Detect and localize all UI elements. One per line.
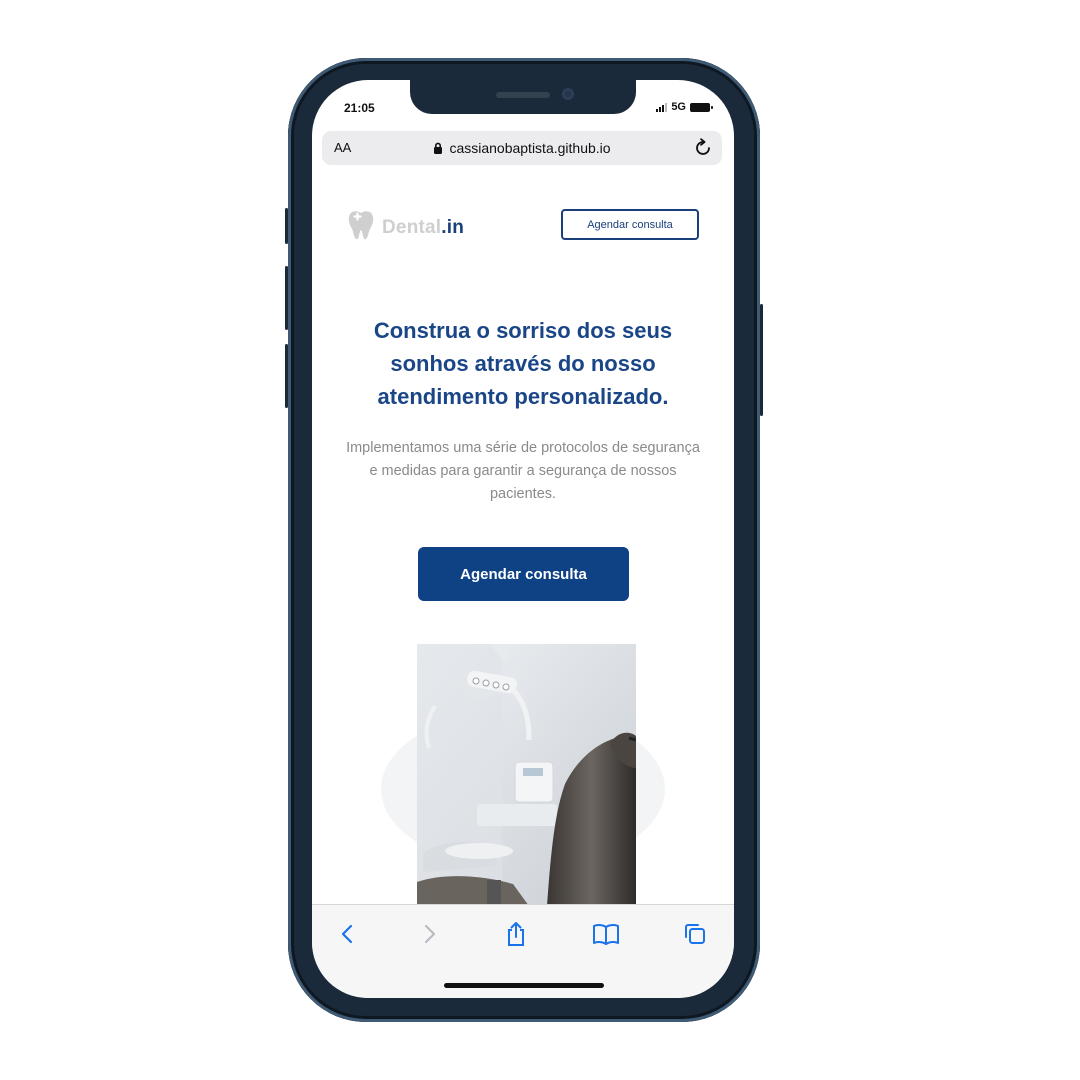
network-label: 5G [671,101,686,113]
logo-name-main: Dental [382,216,442,238]
page-subtext: Implementamos uma série de protocolos de… [346,440,700,502]
power-button [760,304,763,416]
browser-toolbar [312,904,734,998]
tabs-button[interactable] [678,919,712,953]
dental-chair-image [417,637,637,904]
tooth-icon [346,209,376,246]
site-logo[interactable]: Dental.in [346,209,464,246]
action-button [285,208,288,244]
home-indicator [444,983,604,988]
notch [410,80,636,114]
volume-up-button [285,266,288,330]
logo-text: Dental.in [382,217,464,239]
reload-icon[interactable] [692,137,714,164]
share-icon [505,921,527,952]
chevron-left-icon [340,923,354,950]
back-button[interactable] [330,919,364,953]
camera [562,88,574,100]
book-icon [592,923,620,950]
main-schedule-button[interactable]: Agendar consulta [418,547,629,601]
lock-icon [433,141,443,157]
status-time: 21:05 [344,101,375,115]
url-domain-text: cassianobaptista.github.io [449,140,611,156]
share-button[interactable] [499,919,533,953]
page-headline: Construa o sorriso dos seus sonhos atrav… [373,318,673,409]
logo-name-suffix: .in [441,216,465,238]
chevron-right-icon [423,923,437,950]
volume-down-button [285,344,288,408]
url-display[interactable]: cassianobaptista.github.io [322,140,722,157]
signal-icon [656,102,668,112]
header-schedule-button[interactable]: Agendar consulta [561,209,699,240]
speaker [496,92,550,98]
phone-frame: 21:05 5G AA cassianobaptista.github.io D… [285,58,763,1022]
forward-button[interactable] [413,919,447,953]
tabs-icon [683,922,707,951]
phone-screen: 21:05 5G AA cassianobaptista.github.io D… [312,80,734,998]
web-page: Dental.in Agendar consulta Construa o so… [312,176,734,904]
status-indicators: 5G [656,101,713,113]
bookmarks-button[interactable] [589,919,623,953]
address-bar[interactable]: AA cassianobaptista.github.io [322,131,722,165]
battery-icon [690,102,713,112]
